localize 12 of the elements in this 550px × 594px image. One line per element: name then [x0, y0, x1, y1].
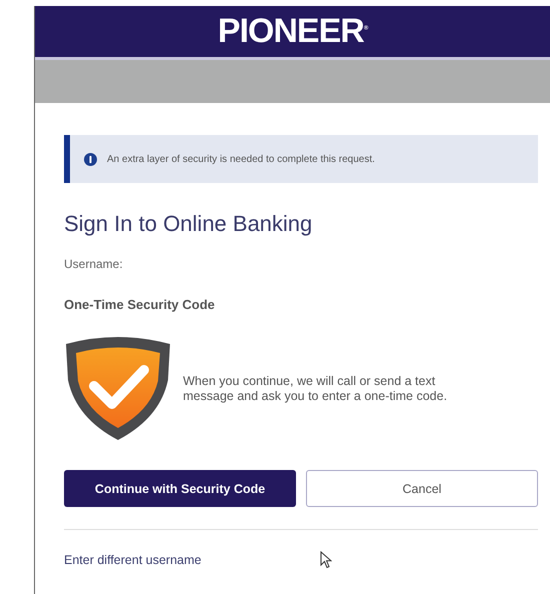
brand-logo: PIONEER$^{®}$ [218, 12, 368, 51]
different-username-link[interactable]: Enter different username [64, 553, 320, 567]
shield-check-icon [64, 336, 172, 442]
section-heading: One-Time Security Code [64, 297, 216, 312]
page-title: Sign In to Online Banking [64, 211, 314, 237]
info-icon [84, 152, 97, 166]
mouse-pointer-icon [320, 551, 332, 569]
alert-message: An extra layer of security is needed to complete this request. [107, 154, 375, 164]
continue-button[interactable]: Continue with Security Code [64, 470, 296, 507]
cancel-button[interactable]: Cancel [306, 470, 538, 507]
info-message: When you continue, we will call or send a text message and ask you to enter a one-time code. [183, 374, 448, 404]
username-label: Username: [64, 257, 124, 271]
